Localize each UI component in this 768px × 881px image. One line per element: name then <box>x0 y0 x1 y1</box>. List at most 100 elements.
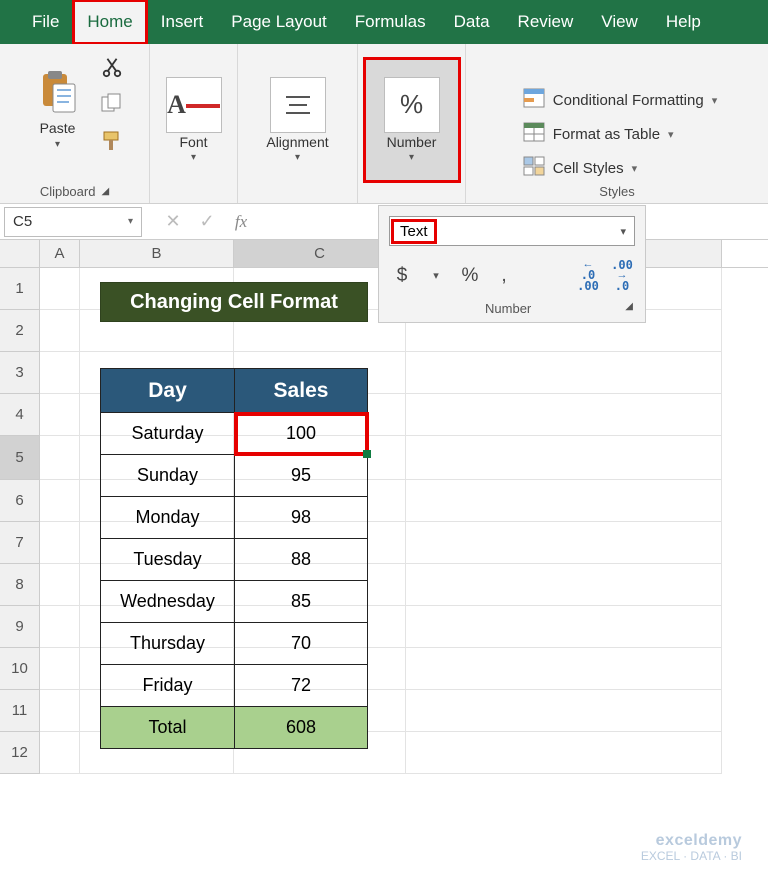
cell[interactable] <box>40 436 80 480</box>
cell[interactable] <box>406 690 722 732</box>
percent-format-button[interactable]: % <box>459 265 481 287</box>
tab-formulas[interactable]: Formulas <box>341 0 440 44</box>
row-header[interactable]: 2 <box>0 310 40 352</box>
cell-sales[interactable]: 70 <box>235 623 368 665</box>
cell[interactable] <box>40 394 80 436</box>
cell[interactable] <box>406 732 722 774</box>
row-header[interactable]: 11 <box>0 690 40 732</box>
copy-button[interactable] <box>99 93 125 120</box>
row-header[interactable]: 8 <box>0 564 40 606</box>
header-day[interactable]: Day <box>101 369 235 413</box>
conditional-formatting-icon <box>523 88 545 112</box>
name-box[interactable]: C5 ▾ <box>4 207 142 237</box>
cell-day[interactable]: Saturday <box>101 413 235 455</box>
row-header[interactable]: 9 <box>0 606 40 648</box>
insert-function-button[interactable]: fx <box>224 212 258 232</box>
group-styles: Conditional Formatting ▾ Format as Table… <box>466 44 768 203</box>
cell[interactable] <box>406 648 722 690</box>
cell-sales[interactable]: 95 <box>235 455 368 497</box>
accounting-format-button[interactable]: $ <box>391 265 413 287</box>
tab-page-layout[interactable]: Page Layout <box>217 0 340 44</box>
header-sales[interactable]: Sales <box>235 369 368 413</box>
tab-home[interactable]: Home <box>73 0 146 44</box>
tab-insert[interactable]: Insert <box>147 0 218 44</box>
cut-button[interactable] <box>99 56 125 83</box>
cell-day[interactable]: Monday <box>101 497 235 539</box>
tab-file[interactable]: File <box>18 0 73 44</box>
cancel-entry-button[interactable]: ✕ <box>156 211 190 232</box>
cell[interactable] <box>406 564 722 606</box>
row-header[interactable]: 1 <box>0 268 40 310</box>
clipboard-dialog-launcher[interactable]: ◢ <box>101 186 109 197</box>
group-alignment: Alignment ▾ <box>238 44 358 203</box>
cell-sales[interactable]: 85 <box>235 581 368 623</box>
watermark-sub: EXCEL · DATA · BI <box>641 850 742 863</box>
tab-view[interactable]: View <box>587 0 652 44</box>
cell-day[interactable]: Friday <box>101 665 235 707</box>
conditional-formatting-button[interactable]: Conditional Formatting ▾ <box>523 88 717 112</box>
group-number: % Number ▾ <box>358 44 466 203</box>
cell-day[interactable]: Tuesday <box>101 539 235 581</box>
alignment-button[interactable]: Alignment ▾ <box>248 60 348 180</box>
cell[interactable] <box>406 522 722 564</box>
cell[interactable] <box>406 352 722 394</box>
cell[interactable] <box>40 352 80 394</box>
row-header[interactable]: 5 <box>0 436 40 480</box>
paste-button[interactable]: Paste ▾ <box>25 50 91 170</box>
number-format-select[interactable]: Text ▾ <box>389 216 635 246</box>
conditional-formatting-label: Conditional Formatting <box>553 92 704 109</box>
cell[interactable] <box>40 648 80 690</box>
cell-day[interactable]: Sunday <box>101 455 235 497</box>
decrease-decimal-button[interactable]: .00→.0 <box>611 260 633 291</box>
clipboard-paste-icon <box>39 70 77 119</box>
alignment-label: Alignment <box>266 135 328 150</box>
tab-help[interactable]: Help <box>652 0 715 44</box>
cell-total-value[interactable]: 608 <box>235 707 368 749</box>
cell-styles-button[interactable]: Cell Styles ▾ <box>523 156 637 180</box>
selected-cell[interactable]: 100 <box>235 413 368 455</box>
select-all-button[interactable] <box>0 240 40 267</box>
cell[interactable] <box>40 564 80 606</box>
tab-review[interactable]: Review <box>504 0 588 44</box>
cell-sales[interactable]: 98 <box>235 497 368 539</box>
row-header[interactable]: 10 <box>0 648 40 690</box>
menu-tabs: File Home Insert Page Layout Formulas Da… <box>0 0 768 44</box>
cell-sales[interactable]: 88 <box>235 539 368 581</box>
col-header-B[interactable]: B <box>80 240 234 267</box>
enter-entry-button[interactable]: ✓ <box>190 211 224 232</box>
format-painter-button[interactable] <box>99 130 125 157</box>
row-header[interactable]: 3 <box>0 352 40 394</box>
cell[interactable] <box>406 606 722 648</box>
cell[interactable] <box>406 436 722 480</box>
cell[interactable] <box>406 394 722 436</box>
watermark: exceldemy EXCEL · DATA · BI <box>641 832 742 863</box>
chevron-down-icon: ▾ <box>295 152 300 163</box>
comma-format-button[interactable]: , <box>493 265 515 287</box>
chevron-down-icon[interactable]: ▾ <box>425 269 447 282</box>
cell-total-label[interactable]: Total <box>101 707 235 749</box>
tab-data[interactable]: Data <box>440 0 504 44</box>
row-header[interactable]: 12 <box>0 732 40 774</box>
cell[interactable] <box>40 268 80 310</box>
row-header[interactable]: 7 <box>0 522 40 564</box>
row-header[interactable]: 4 <box>0 394 40 436</box>
number-dialog-launcher[interactable]: ◢ <box>625 301 633 316</box>
number-button[interactable]: % Number ▾ <box>366 60 458 180</box>
chevron-down-icon: ▾ <box>191 152 196 163</box>
increase-decimal-button[interactable]: ←.0.00 <box>577 260 599 291</box>
cell-styles-label: Cell Styles <box>553 160 624 177</box>
cell[interactable] <box>40 690 80 732</box>
cell-sales[interactable]: 72 <box>235 665 368 707</box>
cell[interactable] <box>40 480 80 522</box>
cell[interactable] <box>40 606 80 648</box>
format-as-table-button[interactable]: Format as Table ▾ <box>523 122 674 146</box>
font-button[interactable]: A Font ▾ <box>158 60 230 180</box>
cell[interactable] <box>40 522 80 564</box>
cell-day[interactable]: Wednesday <box>101 581 235 623</box>
cell[interactable] <box>406 480 722 522</box>
cell[interactable] <box>40 310 80 352</box>
cell[interactable] <box>40 732 80 774</box>
row-header[interactable]: 6 <box>0 480 40 522</box>
cell-day[interactable]: Thursday <box>101 623 235 665</box>
col-header-A[interactable]: A <box>40 240 80 267</box>
